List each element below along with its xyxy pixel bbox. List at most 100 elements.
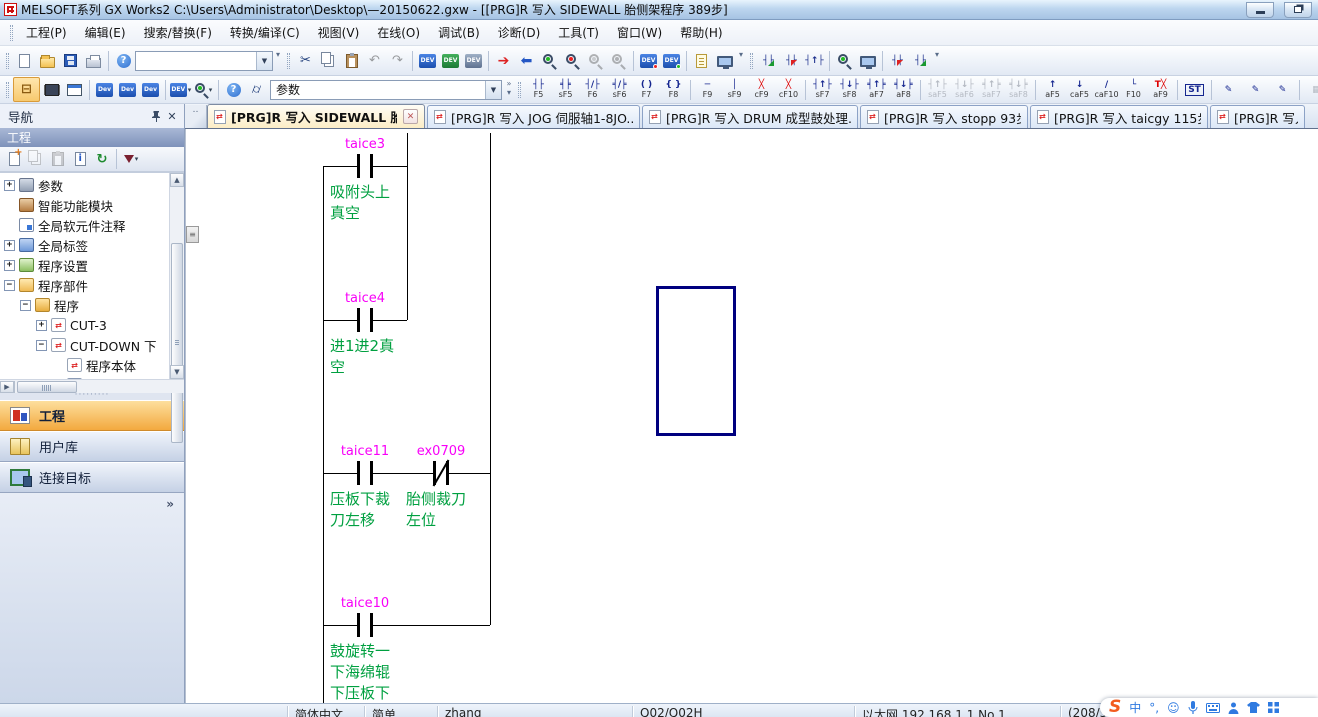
- scrollbar-thumb[interactable]: [17, 381, 77, 393]
- ladder-symbol-sF5-button[interactable]: ╡╞sF5: [552, 77, 579, 102]
- document-tab-1[interactable]: [PRG]R 写入 SIDEWALL 胎...✕: [207, 104, 425, 128]
- menu-item-5[interactable]: 视图(V): [309, 21, 369, 44]
- intelligent-module-button[interactable]: [40, 79, 63, 101]
- ladder-symbol-F8-button[interactable]: { }F8: [660, 77, 687, 102]
- tree-expander-icon[interactable]: −: [4, 280, 15, 291]
- panel-button-conn[interactable]: 连接目标: [0, 462, 184, 493]
- tree-expander-icon[interactable]: −: [36, 340, 47, 351]
- ladder-symbol-aF7-button[interactable]: ╡↑╞aF7: [863, 77, 890, 102]
- menu-item-10[interactable]: 窗口(W): [608, 21, 671, 44]
- minimize-button[interactable]: [1246, 2, 1274, 18]
- document-tab-4[interactable]: [PRG]R 写入 stopp 93步: [860, 105, 1028, 128]
- refresh-button[interactable]: ↻: [91, 149, 113, 169]
- toolbar-overflow-chevron[interactable]: ▾: [736, 50, 746, 72]
- ladder-symbol-caF5-button[interactable]: ↓caF5: [1066, 77, 1093, 102]
- edit-coil-button[interactable]: ✎: [1269, 77, 1296, 102]
- output-window-button[interactable]: [63, 79, 86, 101]
- ladder-symbol-cF9-button[interactable]: ╳cF9: [748, 77, 775, 102]
- toolbar-overflow-chevron[interactable]: ▾: [273, 50, 283, 72]
- save-project-button[interactable]: [59, 50, 82, 72]
- more-panels-chevron[interactable]: »: [166, 497, 174, 511]
- copy-button[interactable]: [317, 50, 340, 72]
- screen-jump-button[interactable]: [856, 50, 879, 72]
- menu-item-3[interactable]: 搜索/替换(F): [135, 21, 221, 44]
- ladder-symbol-sF7-button[interactable]: ┤↑├sF7: [809, 77, 836, 102]
- menu-item-2[interactable]: 编辑(E): [76, 21, 135, 44]
- tree-horizontal-scrollbar[interactable]: ◀ ▶: [0, 379, 184, 393]
- sogou-logo-icon[interactable]: S: [1109, 699, 1121, 716]
- ladder-symbol-F5-button[interactable]: ┤├F5: [525, 77, 552, 102]
- ladder-monitor-up-button[interactable]: ┤├: [757, 50, 780, 72]
- paste-button[interactable]: [340, 50, 363, 72]
- menu-item-9[interactable]: 工具(T): [549, 21, 608, 44]
- tree-item[interactable]: +参数: [0, 175, 169, 195]
- scroll-right-icon[interactable]: ▶: [0, 381, 14, 393]
- tree-item[interactable]: −程序: [0, 295, 169, 315]
- help-balloon-button[interactable]: ?: [222, 79, 245, 101]
- menu-item-11[interactable]: 帮助(H): [671, 21, 731, 44]
- help-button[interactable]: ?: [112, 50, 135, 72]
- open-project-button[interactable]: [36, 50, 59, 72]
- panel-button-lib[interactable]: 用户库: [0, 431, 184, 462]
- toolbox-icon[interactable]: [1268, 702, 1279, 713]
- document-tab-5[interactable]: [PRG]R 写入 taicgy 115步: [1030, 105, 1208, 128]
- watch-insert-green-button[interactable]: ┤├: [909, 50, 932, 72]
- filter-dropdown[interactable]: ▾: [120, 149, 142, 169]
- write-to-plc-button[interactable]: ➔: [492, 50, 515, 72]
- device-monitor-button[interactable]: DEV: [416, 50, 439, 72]
- cut-button[interactable]: ✂: [294, 50, 317, 72]
- ladder-symbol-F10-button[interactable]: └F10: [1120, 77, 1147, 102]
- monitor-start-button[interactable]: [538, 50, 561, 72]
- editor-split-grip[interactable]: ≡: [186, 226, 199, 243]
- device-search-combo[interactable]: 参数▼: [270, 80, 502, 100]
- find-dropdown[interactable]: ▾: [192, 79, 215, 101]
- tab-scroll-stub[interactable]: ‥: [185, 105, 207, 128]
- recent-data-combo[interactable]: ▼: [135, 51, 273, 71]
- device-display-2-button[interactable]: DEV: [660, 50, 683, 72]
- screen-display-button[interactable]: [713, 50, 736, 72]
- account-icon[interactable]: [1228, 702, 1239, 714]
- document-tab-3[interactable]: [PRG]R 写入 DRUM 成型鼓处理...: [642, 105, 858, 128]
- restore-button[interactable]: [1284, 2, 1312, 18]
- ladder-symbol-F9-button[interactable]: ─F9: [694, 77, 721, 102]
- tree-item[interactable]: +CUT-3: [0, 315, 169, 335]
- panel-button-proj[interactable]: 工程: [0, 400, 184, 431]
- toolbar-overflow-chevron[interactable]: » ▾: [504, 79, 514, 101]
- navigation-window-toggle[interactable]: ⊟: [13, 77, 40, 102]
- device-grid-button[interactable]: Dev: [139, 79, 162, 101]
- device-display-dropdown[interactable]: DEV▾: [169, 79, 192, 101]
- device-comment-button[interactable]: Dev: [93, 79, 116, 101]
- read-from-plc-button[interactable]: ⬅: [515, 50, 538, 72]
- pulse-monitor-button[interactable]: ┤↑├: [803, 50, 826, 72]
- tree-item[interactable]: −CUT-DOWN 下: [0, 335, 169, 355]
- menu-item-6[interactable]: 在线(O): [368, 21, 429, 44]
- tree-expander-icon[interactable]: +: [4, 240, 15, 251]
- entry-device-monitor-button[interactable]: DEV: [462, 50, 485, 72]
- emoji-icon[interactable]: ☺: [1167, 701, 1180, 715]
- tree-item[interactable]: 智能功能模块: [0, 195, 169, 215]
- tree-item[interactable]: −程序部件: [0, 275, 169, 295]
- menu-item-7[interactable]: 调试(B): [429, 21, 489, 44]
- device-display-1-button[interactable]: DEV: [637, 50, 660, 72]
- tree-expander-icon[interactable]: +: [4, 260, 15, 271]
- ladder-symbol-sF8-button[interactable]: ┤↓├sF8: [836, 77, 863, 102]
- monitor-stop-button[interactable]: [561, 50, 584, 72]
- tab-close-icon[interactable]: ✕: [403, 109, 418, 124]
- chevron-down-icon[interactable]: ▼: [256, 52, 272, 70]
- data-info-button[interactable]: i: [69, 149, 91, 169]
- tree-item[interactable]: +程序设置: [0, 255, 169, 275]
- device-batch-monitor-button[interactable]: DEV: [439, 50, 462, 72]
- scroll-up-icon[interactable]: ▲: [170, 173, 184, 187]
- find-device-button[interactable]: [833, 50, 856, 72]
- cross-reference-button[interactable]: ⌭: [245, 79, 268, 101]
- chevron-down-icon[interactable]: ▼: [485, 81, 501, 99]
- ladder-symbol-caF10-button[interactable]: ∕caF10: [1093, 77, 1120, 102]
- document-tab-6[interactable]: [PRG]R 写入: [1210, 105, 1305, 128]
- new-data-button[interactable]: +: [3, 149, 25, 169]
- punctuation-icon[interactable]: °,: [1149, 701, 1159, 715]
- menu-item-4[interactable]: 转换/编译(C): [221, 21, 309, 44]
- voice-input-icon[interactable]: [1188, 701, 1198, 715]
- ladder-symbol-sF9-button[interactable]: │sF9: [721, 77, 748, 102]
- soft-keyboard-icon[interactable]: [1206, 703, 1220, 713]
- print-button[interactable]: [82, 50, 105, 72]
